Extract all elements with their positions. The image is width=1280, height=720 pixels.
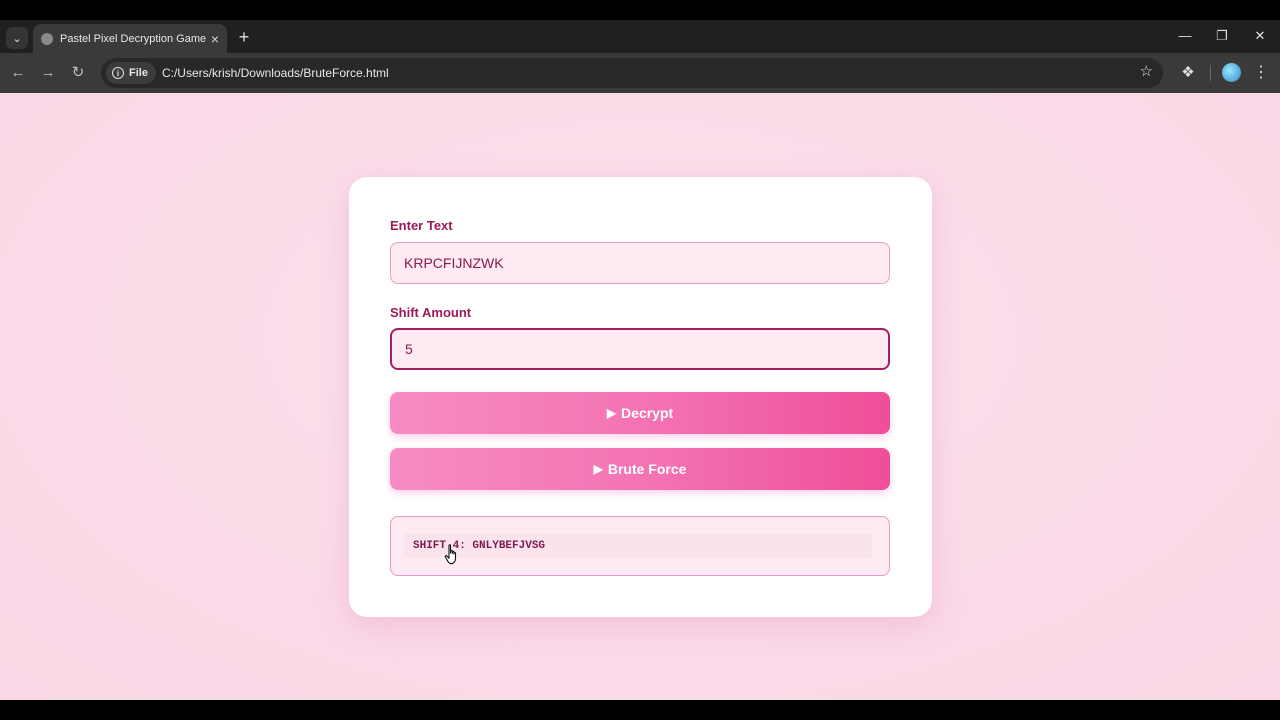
result-box: SHIFT 4: GNLYBEFJVSG <box>390 516 890 576</box>
file-chip-label: File <box>129 67 148 79</box>
decrypt-button-label: Decrypt <box>621 405 674 421</box>
hand-pointer-cursor-icon <box>444 544 457 565</box>
new-tab-plus-icon[interactable]: + <box>234 27 254 47</box>
address-bar[interactable]: i File C:/Users/krish/Downloads/BruteFor… <box>101 58 1163 88</box>
enter-text-label: Enter Text <box>390 218 453 233</box>
reload-icon[interactable]: ↻ <box>67 62 89 84</box>
shift-amount-label: Shift Amount <box>390 305 472 320</box>
bookmark-star-icon[interactable]: ☆ <box>1140 62 1153 80</box>
forward-arrow-icon[interactable]: → <box>37 62 59 84</box>
tab-search-chevron-icon[interactable]: ⌄ <box>6 27 28 49</box>
play-icon: ▶ <box>606 406 617 420</box>
profile-avatar[interactable] <box>1222 63 1241 82</box>
menu-dots-icon[interactable]: ⋮ <box>1252 62 1270 84</box>
extensions-puzzle-icon[interactable]: ❖ <box>1178 62 1198 84</box>
brute-force-button-label: Brute Force <box>607 461 687 477</box>
tab-strip: ⌄ Pastel Pixel Decryption Game × + — ❐ ✕ <box>0 20 1280 53</box>
browser-toolbar: ← → ↻ i File C:/Users/krish/Downloads/Br… <box>0 53 1280 93</box>
screen-bottom-border <box>0 700 1280 720</box>
info-icon: i <box>112 67 124 79</box>
decryption-card: Enter Text KRPCFIJNZWK Shift Amount 5 ▶ … <box>349 177 932 617</box>
site-info-chip[interactable]: i File <box>106 62 156 84</box>
result-line: SHIFT 4: GNLYBEFJVSG <box>404 534 872 558</box>
toolbar-divider <box>1210 65 1211 81</box>
play-icon: ▶ <box>593 462 603 476</box>
page-content: Enter Text KRPCFIJNZWK Shift Amount 5 ▶ … <box>0 93 1280 700</box>
brute-force-button[interactable]: ▶ Brute Force <box>390 448 890 490</box>
text-input[interactable]: KRPCFIJNZWK <box>390 242 890 284</box>
back-arrow-icon[interactable]: ← <box>7 62 29 84</box>
tab-title: Pastel Pixel Decryption Game <box>60 32 207 45</box>
browser-tab[interactable]: Pastel Pixel Decryption Game × <box>33 24 227 53</box>
minimize-icon[interactable]: — <box>1174 26 1196 46</box>
screen-top-border <box>0 0 1280 20</box>
restore-icon[interactable]: ❐ <box>1211 26 1233 46</box>
globe-icon <box>41 32 53 45</box>
shift-amount-input[interactable]: 5 <box>390 328 890 370</box>
decrypt-button[interactable]: ▶ Decrypt <box>390 392 890 434</box>
close-window-icon[interactable]: ✕ <box>1249 26 1271 46</box>
close-tab-icon[interactable]: × <box>211 32 219 46</box>
url-text[interactable]: C:/Users/krish/Downloads/BruteForce.html <box>162 66 389 80</box>
